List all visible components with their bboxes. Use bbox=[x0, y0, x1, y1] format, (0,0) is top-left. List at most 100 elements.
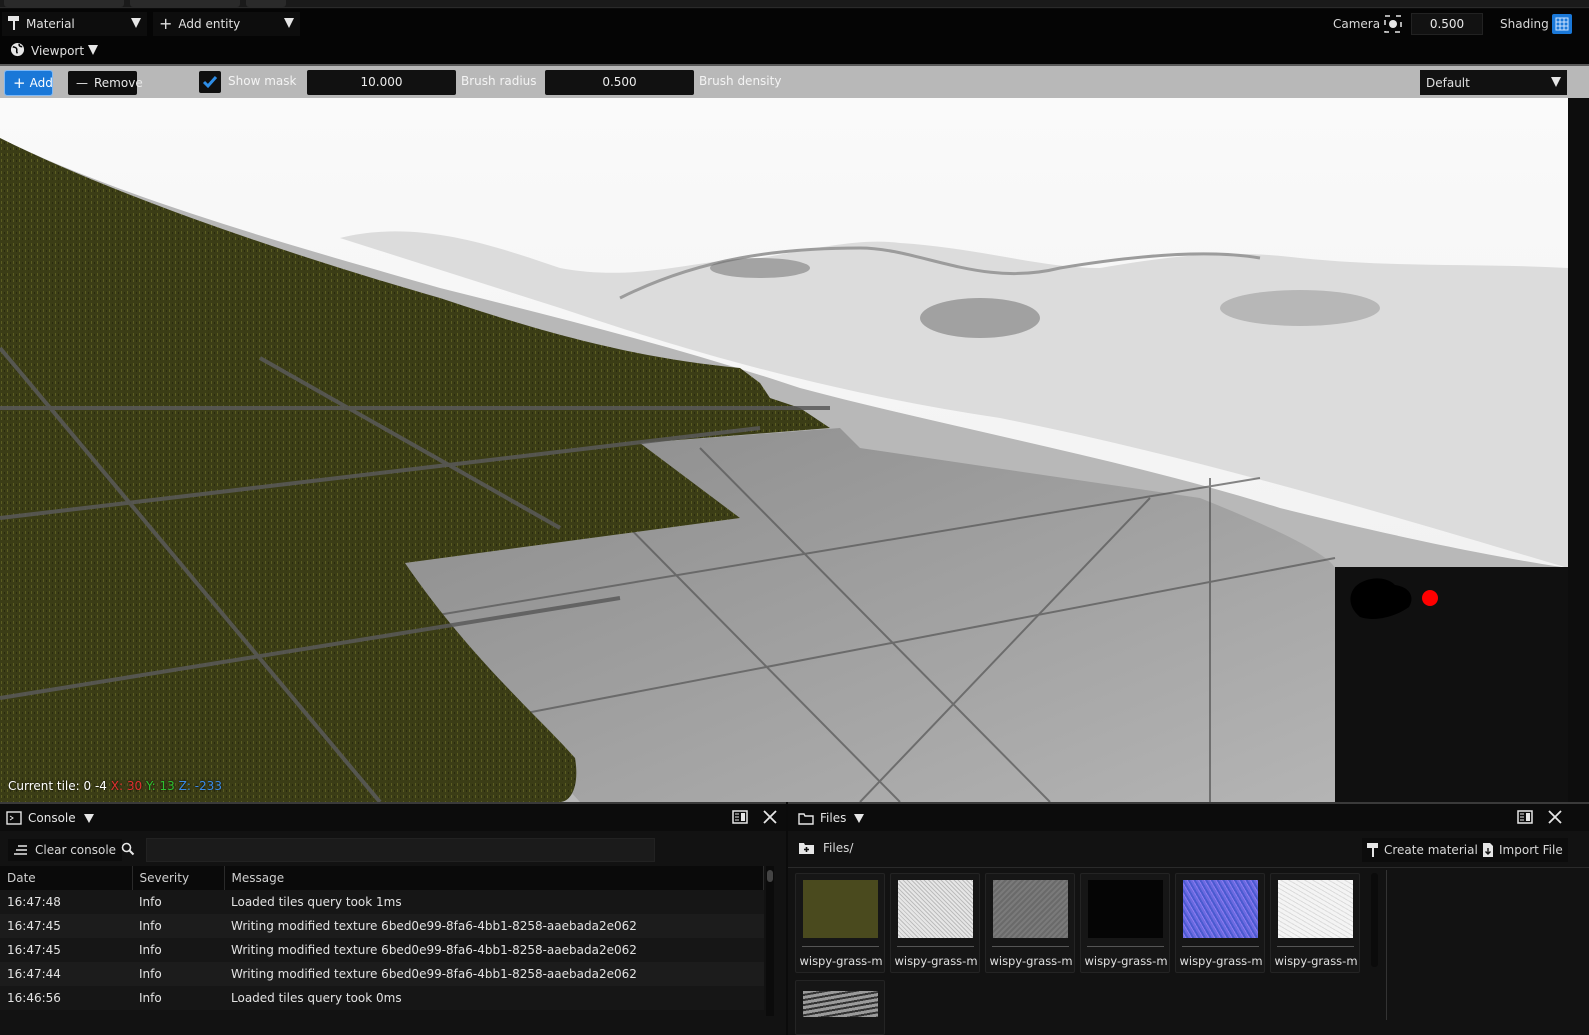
log-severity: Info bbox=[132, 938, 224, 962]
checkmark-icon bbox=[202, 76, 218, 89]
file-thumbnail[interactable]: wispy-grass-m bbox=[1080, 873, 1170, 973]
camera-focus-icon[interactable] bbox=[1384, 15, 1402, 36]
brush-density-field[interactable]: 0.500 bbox=[545, 70, 694, 95]
viewport-dropdown[interactable]: Viewport bbox=[4, 39, 104, 63]
divider bbox=[788, 867, 1589, 868]
table-row[interactable]: 16:46:56 Info Loaded tiles query took 0m… bbox=[0, 986, 764, 1010]
log-severity: Info bbox=[132, 986, 224, 1010]
main-toolbar: Material + Add entity Camera 0.500 Shadi… bbox=[0, 9, 1589, 39]
add-button[interactable]: + Add bbox=[4, 70, 53, 96]
top-tab[interactable] bbox=[4, 0, 124, 7]
import-file-label: Import File bbox=[1499, 843, 1563, 857]
chevron-down-icon bbox=[854, 813, 865, 823]
material-label: Material bbox=[26, 17, 75, 31]
camera-speed-field[interactable]: 0.500 bbox=[1411, 13, 1483, 35]
texture-preview bbox=[803, 991, 878, 1017]
dock-layout-icon[interactable] bbox=[1517, 810, 1533, 824]
file-thumbnail[interactable]: wispy-grass-m bbox=[1270, 873, 1360, 973]
preset-value: Default bbox=[1426, 75, 1470, 90]
log-date: 16:47:45 bbox=[0, 938, 132, 962]
preset-dropdown[interactable]: Default bbox=[1420, 70, 1567, 95]
show-mask-label: Show mask bbox=[228, 74, 297, 88]
table-row[interactable]: 16:47:48 Info Loaded tiles query took 1m… bbox=[0, 890, 764, 914]
brush-radius-label: Brush radius bbox=[461, 74, 537, 88]
close-icon[interactable] bbox=[762, 810, 778, 824]
log-message: Loaded tiles query took 0ms bbox=[224, 986, 764, 1010]
clear-lines-icon bbox=[14, 845, 27, 855]
log-severity: Info bbox=[132, 914, 224, 938]
folder-icon bbox=[798, 812, 814, 825]
file-thumbnail[interactable]: wispy-grass-m bbox=[795, 873, 885, 973]
title-strip bbox=[0, 0, 1589, 8]
divider bbox=[992, 946, 1069, 947]
show-mask-checkbox[interactable] bbox=[199, 71, 221, 93]
dock-layout-icon[interactable] bbox=[732, 810, 748, 824]
close-icon[interactable] bbox=[1547, 810, 1563, 824]
table-row[interactable]: 16:47:44 Info Writing modified texture 6… bbox=[0, 962, 764, 986]
3d-viewport[interactable] bbox=[0, 98, 1568, 802]
plus-icon: + bbox=[13, 74, 26, 92]
files-breadcrumb[interactable]: Files/ bbox=[798, 841, 853, 855]
log-date: 16:46:56 bbox=[0, 986, 132, 1010]
minimap[interactable] bbox=[1335, 567, 1568, 802]
texture-preview bbox=[1088, 880, 1163, 938]
table-row[interactable]: 16:47:45 Info Writing modified texture 6… bbox=[0, 914, 764, 938]
create-material-button[interactable]: Create material bbox=[1362, 838, 1483, 862]
file-thumbnail[interactable]: wispy-grass-m bbox=[1175, 873, 1265, 973]
console-log-table: Date Severity Message 16:47:48 Info Load… bbox=[0, 866, 764, 1010]
files-tab-label: Files bbox=[820, 811, 847, 825]
texture-preview bbox=[803, 880, 878, 938]
file-name: wispy-grass-m bbox=[1274, 954, 1358, 968]
brush-radius-field[interactable]: 10.000 bbox=[307, 70, 456, 95]
clear-console-button[interactable]: Clear console bbox=[8, 839, 123, 861]
clear-console-label: Clear console bbox=[35, 843, 117, 857]
texture-preview bbox=[1278, 880, 1353, 938]
console-header: Console bbox=[0, 804, 786, 831]
log-date: 16:47:44 bbox=[0, 962, 132, 986]
paint-roller-icon bbox=[8, 15, 20, 33]
files-header: Files bbox=[788, 804, 1589, 831]
shading-grid-icon[interactable] bbox=[1552, 14, 1572, 34]
column-header-date[interactable]: Date bbox=[0, 866, 133, 890]
file-thumbnail[interactable]: wispy-grass-m bbox=[890, 873, 980, 973]
new-folder-icon[interactable] bbox=[798, 841, 815, 855]
import-file-icon bbox=[1483, 843, 1493, 857]
log-severity: Info bbox=[132, 962, 224, 986]
table-row[interactable]: 16:47:45 Info Writing modified texture 6… bbox=[0, 938, 764, 962]
console-scrollbar[interactable] bbox=[766, 866, 774, 1016]
create-material-label: Create material bbox=[1384, 843, 1478, 857]
file-thumbnail[interactable] bbox=[795, 980, 885, 1035]
brush-toolbar: + Add — Remove Show mask 10.000 Brush ra… bbox=[0, 64, 1589, 98]
column-header-message[interactable]: Message bbox=[224, 866, 764, 890]
console-panel: Console Clear console Date Severity Mess… bbox=[0, 802, 786, 1035]
brush-position-marker bbox=[1422, 590, 1438, 606]
add-entity-dropdown[interactable]: + Add entity bbox=[153, 12, 300, 36]
console-search-input[interactable] bbox=[146, 838, 655, 862]
texture-preview bbox=[1183, 880, 1258, 938]
column-header-severity[interactable]: Severity bbox=[132, 866, 225, 890]
files-scrollbar[interactable] bbox=[1371, 873, 1378, 967]
files-tab[interactable]: Files bbox=[798, 807, 865, 829]
file-thumbnail[interactable]: wispy-grass-m bbox=[985, 873, 1075, 973]
top-tab[interactable] bbox=[246, 0, 286, 7]
chevron-down-icon bbox=[1551, 77, 1561, 87]
viewport-bar: Viewport bbox=[0, 39, 1589, 64]
remove-button[interactable]: — Remove bbox=[68, 71, 143, 95]
shading-label: Shading bbox=[1500, 17, 1549, 31]
log-date: 16:47:45 bbox=[0, 914, 132, 938]
top-tab[interactable] bbox=[130, 0, 240, 7]
z-coordinate: Z: -233 bbox=[178, 779, 222, 793]
search-icon bbox=[121, 842, 135, 859]
viewport-scrollbar[interactable] bbox=[1568, 98, 1589, 802]
chevron-down-icon bbox=[284, 18, 294, 28]
x-coordinate: X: 30 bbox=[110, 779, 143, 793]
brush-density-label: Brush density bbox=[699, 74, 782, 88]
add-entity-label: Add entity bbox=[178, 17, 241, 31]
viewport-label: Viewport bbox=[31, 44, 85, 58]
console-tab[interactable]: Console bbox=[6, 807, 94, 829]
log-severity: Info bbox=[132, 890, 224, 914]
import-file-button[interactable]: Import File bbox=[1477, 838, 1568, 862]
material-dropdown[interactable]: Material bbox=[2, 12, 147, 36]
file-name: wispy-grass-m bbox=[1179, 954, 1263, 968]
camera-label: Camera bbox=[1333, 17, 1381, 31]
